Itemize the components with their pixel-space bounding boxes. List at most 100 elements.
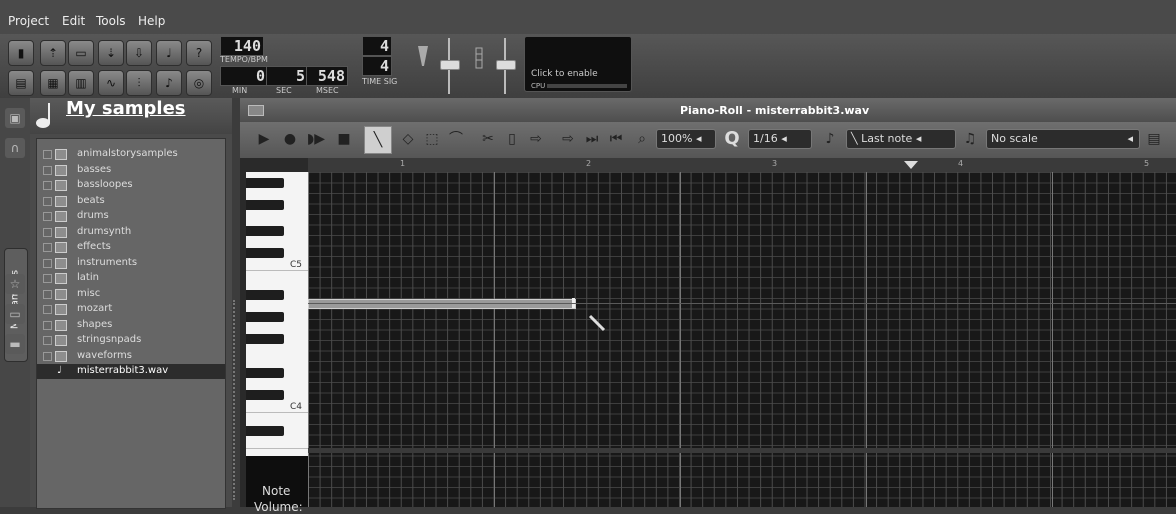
root-directory-icon[interactable]: ▣ [5,108,25,128]
tree-folder[interactable]: animalstorysamples [37,147,225,162]
tree-folder[interactable]: basses [37,163,225,178]
menu-edit[interactable]: Edit [62,14,85,28]
piano-roll-icon[interactable]: ▥ [68,70,94,96]
new-project-icon[interactable]: ▮ [8,40,34,66]
main-toolbar: ▮ ⇡ ▭ ⇣ ⇩ ♩ ? ▤ ▦ ▥ ∿ ⫶ ♪ ◎ 140 TEMPO/BP… [0,34,1176,98]
black-key[interactable] [246,426,284,436]
tree-folder[interactable]: mozart [37,302,225,317]
beat-bassline-icon[interactable]: ▦ [40,70,66,96]
pencil-cursor-icon [588,314,608,334]
piano-roll-window: Piano-Roll - misterrabbit3.wav ▶ ● ◗▶ ■ … [240,98,1176,514]
fx-mixer-icon[interactable]: ⫶ [126,70,152,96]
folder-icon [55,335,67,346]
menu-project[interactable]: Project [8,14,49,28]
my-presets-icon[interactable]: ☆ [5,274,25,294]
tree-folder[interactable]: bassloopes [37,178,225,193]
note-length-select[interactable]: ╲ Last note ◂ [846,129,956,149]
black-key[interactable] [246,368,284,378]
forward-icon[interactable]: ⇨ [558,129,578,149]
tree-file-selected[interactable]: ♩ misterrabbit3.wav [37,364,225,379]
note-volume-divider[interactable] [308,448,1176,453]
menu-help[interactable]: Help [138,14,165,28]
black-key[interactable] [246,290,284,300]
erase-icon[interactable]: ◇ [398,129,418,149]
chord-icon[interactable]: ▤ [1144,129,1164,149]
folder-icon [55,164,67,176]
tempo-display[interactable]: 140 [220,36,264,56]
note-grid[interactable] [308,172,1176,507]
project-notes-icon[interactable]: ♪ [156,70,182,96]
stop-icon[interactable]: ■ [334,129,354,149]
scale-select[interactable]: No scale ◂ [986,129,1140,149]
draw-icon[interactable]: ╲ [364,126,392,154]
timesig-numerator[interactable]: 4 [362,36,392,56]
key-label-c4: C4 [290,402,303,412]
black-key[interactable] [246,312,284,322]
song-editor-icon[interactable]: ▤ [8,70,34,96]
piano-roll-titlebar[interactable]: Piano-Roll - misterrabbit3.wav [240,98,1176,122]
tree-folder[interactable]: drumsynth [37,225,225,240]
select-icon[interactable]: ⬚ [422,129,442,149]
new-from-template-icon[interactable]: ⇡ [40,40,66,66]
tree-folder[interactable]: stringsnpads [37,333,225,348]
tree-folder[interactable]: latin [37,271,225,286]
instrument-plugins-icon[interactable]: ∩ [5,138,25,158]
record-play-icon[interactable]: ◗▶ [306,129,326,149]
loop-marker-icon[interactable] [904,161,918,169]
my-home-icon[interactable]: ▭ [5,304,25,324]
folder-icon [55,226,67,238]
cpu-meter[interactable]: Click to enable CPU [524,36,632,92]
folder-icon [55,211,67,222]
controller-rack-icon[interactable]: ◎ [186,70,212,96]
tree-folder[interactable]: waveforms [37,349,225,364]
open-project-icon[interactable]: ▭ [68,40,94,66]
file-tree[interactable]: animalstorysamples basses bassloopes bea… [36,138,226,509]
tree-folder[interactable]: effects [37,240,225,255]
timeline-ruler[interactable]: 1 2 3 4 5 [308,158,1176,173]
folder-icon [55,195,67,207]
piano-roll-toolbar: ▶ ● ◗▶ ■ ╲ ◇ ⬚ ⌒ ✂ ▯ ⇨ ⇨ ⏭ ⏮ ⌕ 100% ◂ Q … [240,122,1176,158]
key-label-c5: C5 [290,260,303,270]
black-key[interactable] [246,390,284,400]
master-volume-slider[interactable] [440,38,460,94]
splitter-handle[interactable] [233,300,239,500]
cpu-bar [547,84,627,88]
quantize-select[interactable]: 1/16 ◂ [748,129,812,149]
black-key[interactable] [246,334,284,344]
export-icon[interactable]: ♩ [156,40,182,66]
master-pitch-slider[interactable] [496,38,516,94]
tree-folder[interactable]: beats [37,194,225,209]
record-icon[interactable]: ● [280,129,300,149]
play-icon[interactable]: ▶ [254,129,274,149]
rewind-start-icon[interactable]: ⏮ [606,129,626,149]
menu-tools[interactable]: Tools [96,14,126,28]
whats-this-icon[interactable]: ? [186,40,212,66]
bar-number: 4 [958,159,964,168]
skip-icon[interactable]: ⏭ [582,129,602,149]
recent-projects-icon[interactable]: ⇣ [98,40,124,66]
key-divider [246,270,308,271]
zoom-icon: ⌕ [638,131,646,147]
detune-icon[interactable]: ⌒ [446,129,466,149]
black-key[interactable] [246,226,284,236]
zoom-select[interactable]: 100% ◂ [656,129,716,149]
black-key[interactable] [246,248,284,258]
save-project-icon[interactable]: ⇩ [126,40,152,66]
quantize-value: 1/16 [753,132,778,145]
timesig-denominator[interactable]: 4 [362,56,392,76]
paste-icon[interactable]: ⇨ [526,129,546,149]
tree-folder[interactable]: drums [37,209,225,224]
black-key[interactable] [246,178,284,188]
midi-note[interactable] [308,299,576,309]
key-divider [246,412,308,413]
tree-folder[interactable]: shapes [37,318,225,333]
cut-icon[interactable]: ✂ [478,129,498,149]
copy-icon[interactable]: ▯ [502,129,522,149]
tree-folder[interactable]: instruments [37,256,225,271]
piano-roll-title: Piano-Roll - misterrabbit3.wav [680,104,870,117]
my-computer-icon[interactable]: ▬ [5,334,25,354]
scale-value: No scale [991,132,1038,145]
automation-editor-icon[interactable]: ∿ [98,70,124,96]
tree-folder[interactable]: misc [37,287,225,302]
black-key[interactable] [246,200,284,210]
